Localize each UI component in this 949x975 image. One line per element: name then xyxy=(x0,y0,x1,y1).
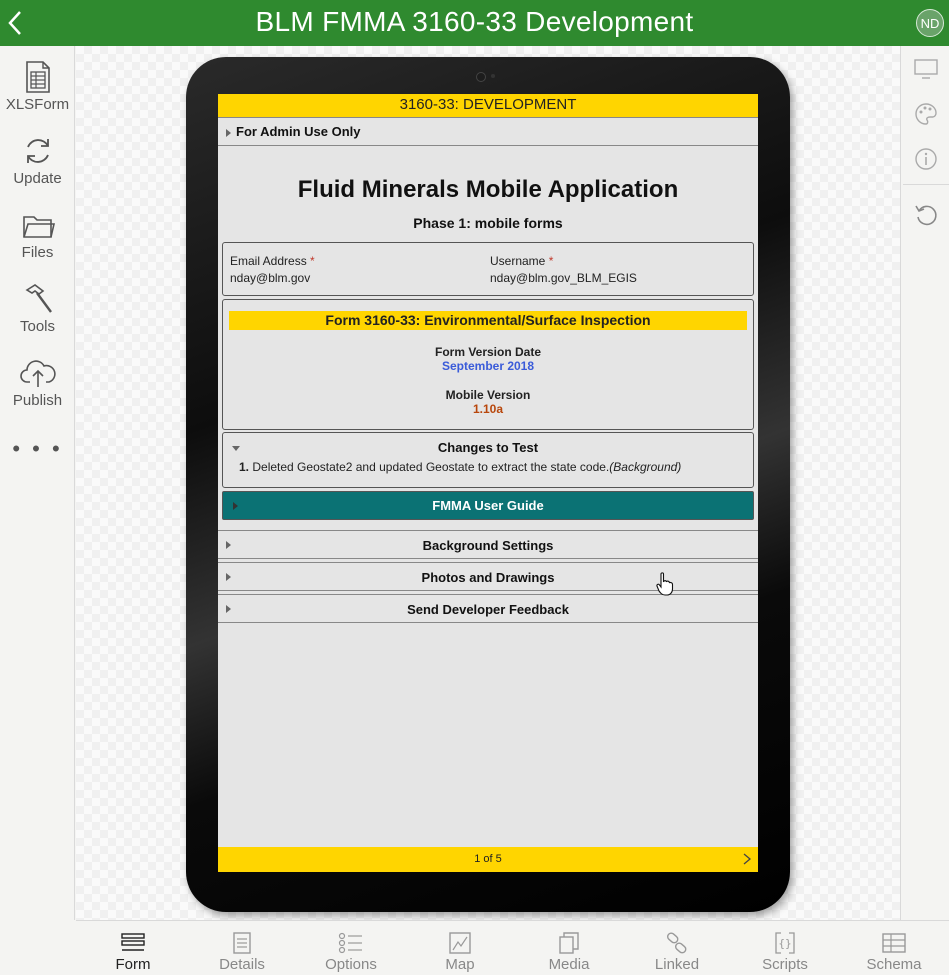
section-background-settings[interactable]: Background Settings xyxy=(218,530,758,559)
user-avatar[interactable]: ND xyxy=(916,9,944,37)
nav-files[interactable]: Files xyxy=(0,210,75,261)
section-label: Background Settings xyxy=(422,538,554,553)
username-field[interactable]: nday@blm.gov_BLM_EGIS xyxy=(490,271,637,285)
form-info-box: Form 3160-33: Environmental/Surface Insp… xyxy=(222,299,754,430)
section-label: Photos and Drawings xyxy=(421,570,555,585)
change-context: (Background) xyxy=(609,460,682,474)
username-label-text: Username xyxy=(490,254,546,268)
tab-label: Details xyxy=(219,956,265,973)
user-info-box: Email Address * nday@blm.gov Username * … xyxy=(222,242,754,296)
tab-map[interactable]: Map xyxy=(410,921,510,975)
nav-label: Update xyxy=(13,170,62,187)
tab-label: Media xyxy=(548,956,590,973)
changes-title: Changes to Test xyxy=(437,440,539,455)
bottom-tab-bar: Form Details Options Map Media Linked {}… xyxy=(76,920,949,974)
page-footer: 1 of 5 xyxy=(218,847,758,872)
nav-label: Files xyxy=(21,244,54,261)
nav-label: Publish xyxy=(12,392,63,409)
expand-arrow-icon xyxy=(226,129,231,137)
user-guide-label: FMMA User Guide xyxy=(432,498,544,513)
nav-update[interactable]: Update xyxy=(0,134,75,187)
username-label: Username * xyxy=(490,254,553,268)
link-icon xyxy=(666,932,687,954)
cloud-upload-icon xyxy=(19,360,56,387)
admin-group-toggle[interactable]: For Admin Use Only xyxy=(218,119,758,146)
mobile-version-value: 1.10a xyxy=(472,402,504,416)
form-app-subtitle: Phase 1: mobile forms xyxy=(413,215,563,231)
options-icon xyxy=(338,932,362,954)
sensor-icon xyxy=(491,74,495,78)
svg-text:{}: {} xyxy=(778,937,791,950)
next-page-icon[interactable] xyxy=(742,853,752,865)
changes-list-item: 1. Deleted Geostate2 and updated Geostat… xyxy=(239,460,681,474)
user-guide-group[interactable]: FMMA User Guide xyxy=(222,491,754,520)
email-label-text: Email Address xyxy=(230,254,307,268)
nav-tools[interactable]: Tools xyxy=(0,282,75,335)
form-title: Form 3160-33: Environmental/Surface Insp… xyxy=(229,311,747,330)
form-icon xyxy=(121,933,145,951)
change-text: Deleted Geostate2 and updated Geostate t… xyxy=(252,460,610,474)
hammer-icon xyxy=(24,284,52,313)
info-icon[interactable] xyxy=(913,146,939,172)
refresh-icon xyxy=(26,139,49,163)
email-label: Email Address * xyxy=(230,254,315,268)
tab-linked[interactable]: Linked xyxy=(627,921,727,975)
list-number: 1. xyxy=(239,460,250,474)
version-date-value: September 2018 xyxy=(441,359,535,373)
required-mark: * xyxy=(548,254,554,268)
divider xyxy=(903,184,949,185)
nav-xlsform[interactable]: XLSForm xyxy=(0,60,75,113)
changes-group[interactable]: Changes to Test 1. Deleted Geostate2 and… xyxy=(222,432,754,488)
mobile-version-label: Mobile Version xyxy=(445,388,531,402)
tab-scripts[interactable]: {} Scripts xyxy=(735,921,835,975)
required-mark: * xyxy=(310,254,315,268)
form-app-title: Fluid Minerals Mobile Application xyxy=(297,176,679,203)
nav-label: Tools xyxy=(19,318,56,335)
tab-options[interactable]: Options xyxy=(301,921,401,975)
reset-icon[interactable] xyxy=(913,202,939,228)
tab-label: Map xyxy=(445,956,475,973)
hand-cursor-icon xyxy=(656,572,674,596)
email-field[interactable]: nday@blm.gov xyxy=(230,271,310,285)
right-sidebar xyxy=(900,46,949,920)
media-icon xyxy=(559,932,579,954)
page-indicator: 1 of 5 xyxy=(474,853,502,865)
admin-group-label: For Admin Use Only xyxy=(236,124,361,139)
nav-publish[interactable]: Publish xyxy=(0,356,75,409)
section-developer-feedback[interactable]: Send Developer Feedback xyxy=(218,594,758,623)
camera-icon xyxy=(476,72,486,82)
tab-schema[interactable]: Schema xyxy=(844,921,944,975)
title-bar: BLM FMMA 3160-33 Development ND xyxy=(0,0,949,46)
form-preview-screen: 3160-33: DEVELOPMENT For Admin Use Only … xyxy=(218,94,758,872)
tab-details[interactable]: Details xyxy=(192,921,292,975)
tab-form[interactable]: Form xyxy=(83,921,183,975)
tab-media[interactable]: Media xyxy=(519,921,619,975)
tab-label: Linked xyxy=(654,956,700,973)
tab-label: Scripts xyxy=(762,956,808,973)
tab-label: Schema xyxy=(866,956,922,973)
app-title: BLM FMMA 3160-33 Development xyxy=(255,6,694,37)
more-icon[interactable]: • • • xyxy=(0,436,75,462)
spreadsheet-icon xyxy=(25,61,50,93)
schema-icon xyxy=(882,933,906,953)
monitor-icon[interactable] xyxy=(913,56,939,82)
folder-icon xyxy=(22,216,55,238)
left-sidebar: XLSForm Update Files Tools Publish • • • xyxy=(0,46,75,920)
form-header: 3160-33: DEVELOPMENT xyxy=(218,94,758,118)
palette-icon[interactable] xyxy=(913,101,939,127)
details-icon xyxy=(233,932,251,954)
version-date-label: Form Version Date xyxy=(434,345,542,359)
tab-label: Options xyxy=(325,956,377,973)
tab-label: Form xyxy=(115,956,151,973)
section-label: Send Developer Feedback xyxy=(407,602,569,617)
nav-label: XLSForm xyxy=(5,96,70,113)
section-photos-drawings[interactable]: Photos and Drawings xyxy=(218,562,758,591)
map-icon xyxy=(449,932,471,954)
scripts-icon: {} xyxy=(775,932,795,954)
